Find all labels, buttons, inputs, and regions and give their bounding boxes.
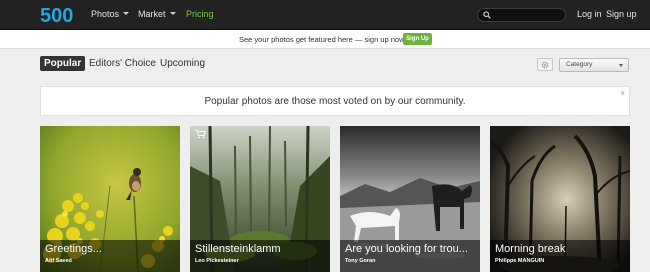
signup-banner: See your photos get featured here — sign… (0, 30, 650, 49)
photo-caption: Stillensteinklamm Leo Pickesteiner (190, 240, 330, 272)
banner-signup-button[interactable]: Sign Up (403, 33, 432, 45)
photo-author[interactable]: Tony Goran (345, 258, 375, 264)
nav-pricing[interactable]: Pricing (186, 9, 214, 19)
login-link[interactable]: Log in (577, 9, 602, 19)
signup-link[interactable]: Sign up (606, 9, 637, 19)
search-input[interactable] (494, 10, 562, 20)
photo-author[interactable]: Leo Pickesteiner (195, 258, 239, 264)
photo-caption: Morning break Philippe MANGUIN (490, 240, 630, 272)
nav-photos[interactable]: Photos (91, 9, 130, 19)
tab-popular[interactable]: Popular (40, 56, 86, 71)
photo-caption: Greetings... Atif Saeed (40, 240, 180, 272)
search-box[interactable] (477, 8, 566, 22)
gear-icon (541, 61, 549, 69)
photo-card[interactable]: Are you looking for trou... Tony Goran (340, 126, 480, 272)
close-icon[interactable]: × (620, 89, 625, 98)
svg-text:500: 500 (40, 5, 73, 26)
signup-banner-text: See your photos get featured here — sign… (239, 35, 407, 44)
category-select[interactable]: Category (559, 58, 629, 72)
nav-pricing-label: Pricing (186, 9, 214, 19)
nav-market-label: Market (138, 9, 166, 19)
settings-button[interactable] (537, 58, 553, 71)
tab-upcoming[interactable]: Upcoming (160, 56, 205, 71)
top-navigation-bar: 500 Photos Market Pricing Log in Sign up (0, 0, 650, 30)
chevron-down-icon (123, 12, 130, 16)
photo-card[interactable]: Greetings... Atif Saeed (40, 126, 180, 272)
photo-title[interactable]: Morning break (495, 243, 565, 255)
chevron-down-icon (619, 64, 623, 67)
photo-caption: Are you looking for trou... Tony Goran (340, 240, 480, 272)
photo-card[interactable]: Stillensteinklamm Leo Pickesteiner (190, 126, 330, 272)
tab-editors-choice[interactable]: Editors' Choice (89, 56, 156, 71)
photo-title[interactable]: Greetings... (45, 243, 102, 255)
500px-logo[interactable]: 500 (40, 4, 78, 26)
info-message: Popular photos are those most voted on b… (40, 86, 630, 116)
nav-market[interactable]: Market (138, 9, 176, 19)
photo-author[interactable]: Atif Saeed (45, 258, 72, 264)
category-select-value: Category (566, 61, 593, 68)
nav-photos-label: Photos (91, 9, 120, 19)
search-icon (483, 11, 491, 19)
chevron-down-icon (169, 12, 176, 16)
photo-title[interactable]: Are you looking for trou... (345, 243, 468, 255)
photo-card[interactable]: Morning break Philippe MANGUIN (490, 126, 630, 272)
photo-title[interactable]: Stillensteinklamm (195, 243, 281, 255)
photo-author[interactable]: Philippe MANGUIN (495, 258, 544, 264)
cart-icon[interactable] (194, 129, 206, 139)
info-message-text: Popular photos are those most voted on b… (204, 96, 466, 107)
